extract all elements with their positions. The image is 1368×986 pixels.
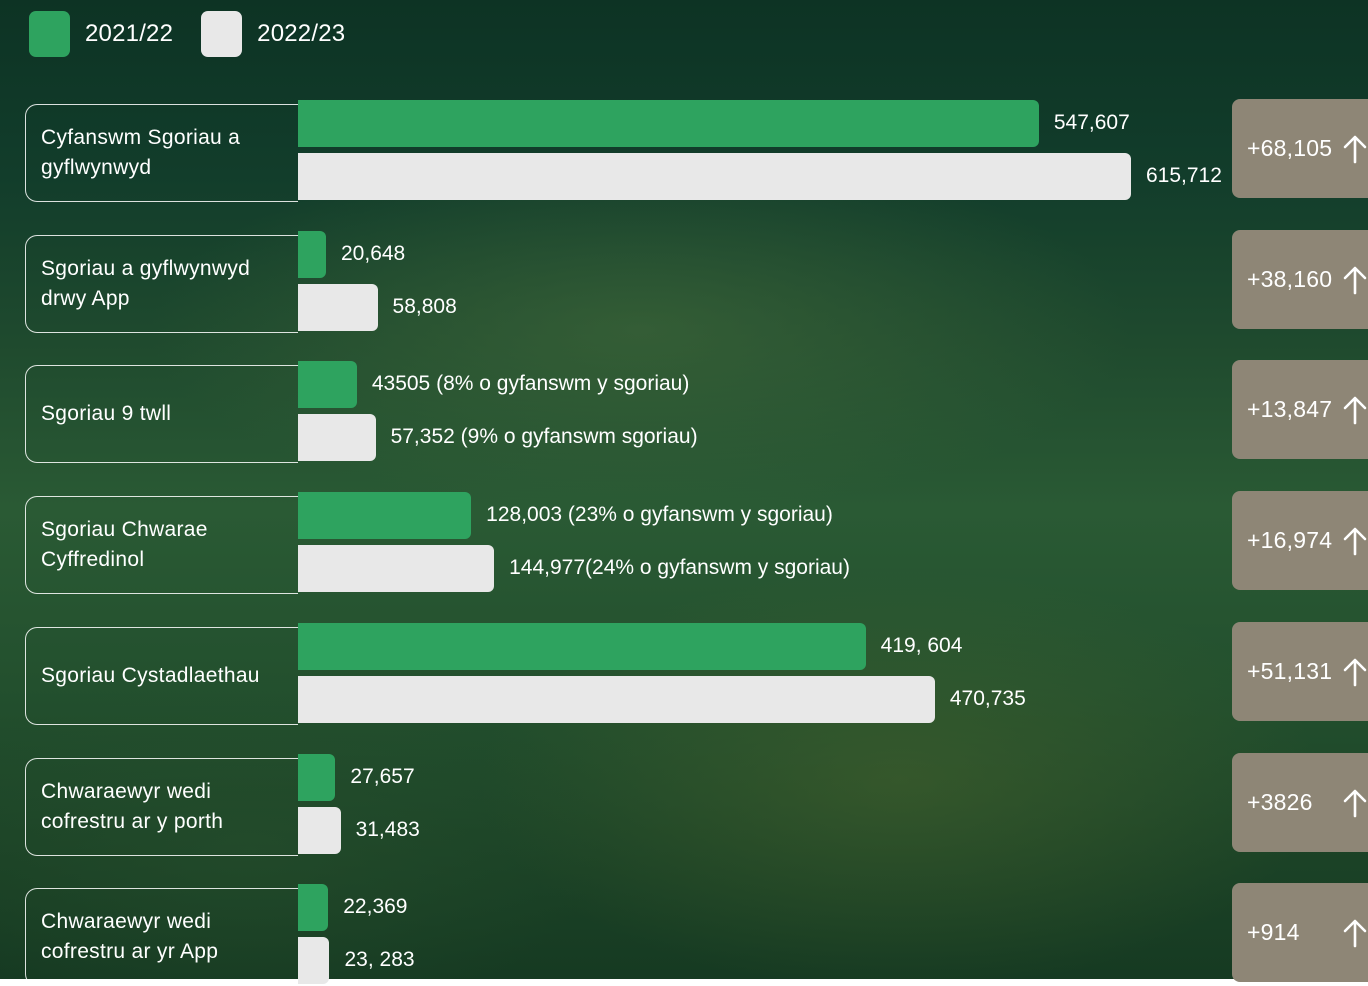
data-label: 144,977(24% o gyfanswm y sgoriau) xyxy=(509,556,850,579)
change-value: +38,160 xyxy=(1247,266,1333,292)
bar-2022 xyxy=(298,676,935,723)
data-label: 615,712 xyxy=(1146,164,1222,187)
bar-2021 xyxy=(298,231,326,278)
arrow-up-icon xyxy=(1343,919,1367,948)
legend-item-2022: 2022/23 xyxy=(201,11,345,57)
category-label-text: Sgoriau Chwarae Cyffredinol xyxy=(41,518,208,571)
category-label-text: Cyfanswm Sgoriau a gyflwynwyd xyxy=(41,126,241,179)
category-label-text: Chwaraewyr wedi cofrestru ar y porth xyxy=(41,780,224,833)
data-label: 128,003 (23% o gyfanswm y sgoriau) xyxy=(486,503,833,526)
bar-2021 xyxy=(298,623,866,670)
category-label-text: Chwaraewyr wedi cofrestru ar yr App xyxy=(41,910,219,963)
change-value: +3826 xyxy=(1247,789,1313,815)
arrow-up-icon xyxy=(1343,266,1367,295)
category-label: Cyfanswm Sgoriau a gyflwynwyd xyxy=(25,104,298,202)
data-label: 27,657 xyxy=(350,765,415,788)
data-label: 470,735 xyxy=(949,687,1026,710)
data-label: 58,808 xyxy=(392,295,457,318)
data-label: 31,483 xyxy=(355,818,420,841)
bar-2022 xyxy=(298,153,1131,200)
data-label: 43505 (8% o gyfanswm y sgoriau) xyxy=(371,372,690,395)
data-label: 22,369 xyxy=(343,895,408,918)
category-label: Sgoriau 9 twll xyxy=(25,365,298,463)
change-value: +51,131 xyxy=(1247,658,1333,684)
bar-2021 xyxy=(298,361,357,408)
arrow-up-icon xyxy=(1343,135,1367,164)
category-label-text: Sgoriau Cystadlaethau xyxy=(41,664,260,687)
arrow-up-icon xyxy=(1343,658,1367,687)
arrow-up-icon xyxy=(1343,527,1367,556)
legend-label-2021: 2021/22 xyxy=(85,20,174,47)
bar-2022 xyxy=(298,545,495,592)
category-label-text: Sgoriau a gyflwynwyd drwy App xyxy=(41,257,251,310)
category-label: Chwaraewyr wedi cofrestru ar yr App xyxy=(25,888,298,986)
bar-2021 xyxy=(298,884,329,931)
category-label: Sgoriau a gyflwynwyd drwy App xyxy=(25,235,298,333)
category-label: Sgoriau Cystadlaethau xyxy=(25,627,298,725)
bar-2022 xyxy=(298,807,341,854)
category-label: Chwaraewyr wedi cofrestru ar y porth xyxy=(25,758,298,856)
bar-2022 xyxy=(298,284,378,331)
legend-swatch-2021 xyxy=(29,11,70,57)
data-label: 20,648 xyxy=(341,242,406,265)
legend-label-2022: 2022/23 xyxy=(257,20,346,47)
legend-item-2021: 2021/22 xyxy=(29,11,173,57)
category-label: Sgoriau Chwarae Cyffredinol xyxy=(25,496,298,594)
change-value: +13,847 xyxy=(1247,396,1333,422)
bar-2022 xyxy=(298,937,330,984)
chart-legend: 2021/22 2022/23 xyxy=(29,11,373,57)
data-label: 419, 604 xyxy=(880,634,963,657)
category-label-text: Sgoriau 9 twll xyxy=(41,402,172,425)
bar-2021 xyxy=(298,754,336,801)
bar-2021 xyxy=(298,492,472,539)
arrow-up-icon xyxy=(1343,789,1367,818)
bar-2021 xyxy=(298,100,1039,147)
data-label: 547,607 xyxy=(1053,111,1130,134)
data-label: 23, 283 xyxy=(344,948,415,971)
change-value: +914 xyxy=(1247,919,1300,945)
arrow-up-icon xyxy=(1343,396,1367,425)
data-label: 57,352 (9% o gyfanswm sgoriau) xyxy=(390,425,698,448)
legend-swatch-2022 xyxy=(201,11,243,57)
bar-2022 xyxy=(298,414,376,461)
change-value: +68,105 xyxy=(1247,135,1333,161)
change-value: +16,974 xyxy=(1247,527,1333,553)
